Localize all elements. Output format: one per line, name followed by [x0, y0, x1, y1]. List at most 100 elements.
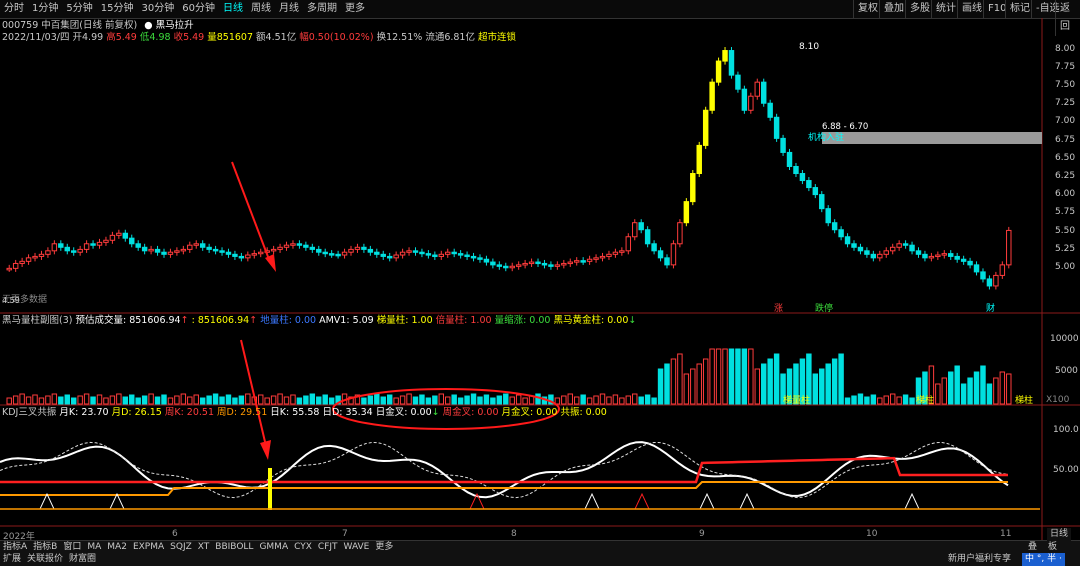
- candlestick-chart[interactable]: 8.10 6.88 - 6.70 机构入驻 无更多数据 4.59 涨 跌停 财: [0, 0, 1080, 566]
- volume-bar: [70, 397, 77, 405]
- candle-body: [477, 257, 483, 260]
- indicator-name: 黑马拉升: [155, 20, 194, 31]
- volume-bar: [361, 397, 367, 405]
- volume-panel-title[interactable]: 黑马量柱副图(3): [2, 315, 72, 326]
- volume-bar: [25, 396, 32, 405]
- volume-bar: [677, 353, 683, 405]
- volume-bar: [283, 396, 290, 405]
- candle-body: [651, 243, 657, 252]
- kdj-panel-title[interactable]: KDJ三叉共振: [2, 407, 56, 418]
- candle-body: [928, 255, 935, 259]
- volume-bar: [948, 371, 954, 405]
- back-button[interactable]: 返回: [1055, 0, 1080, 36]
- no-more-data-watermark: 无更多数据: [2, 293, 47, 305]
- kdj-month-cross: 月金叉: 0.00: [501, 407, 558, 418]
- volume-bar: [657, 368, 664, 405]
- period-tab-15min[interactable]: 15分钟: [97, 0, 138, 18]
- y-tick-label: 5.25: [1055, 244, 1076, 254]
- statistics-button[interactable]: 统计: [931, 0, 960, 18]
- candle-body: [51, 243, 58, 252]
- related-quote-button[interactable]: 关联报价: [24, 553, 66, 566]
- candle-body: [548, 264, 554, 267]
- volume-bar: [322, 394, 328, 405]
- candle-body: [793, 165, 799, 175]
- ladder-volume-bar: 梯量柱: 1.00: [376, 315, 433, 326]
- ime-indicator[interactable]: 中 °, 半 ·: [1022, 553, 1065, 566]
- overlay-button[interactable]: 叠加: [879, 0, 908, 18]
- volume-bar: [599, 393, 606, 405]
- institution-zone-label: 机构入驻: [808, 131, 844, 143]
- limit-down-tag: 跌停: [815, 302, 833, 314]
- candle-body: [883, 250, 889, 255]
- volume-bar: [154, 396, 161, 405]
- candle-body: [1006, 229, 1012, 266]
- period-tab-fenshi[interactable]: 分时: [0, 0, 28, 18]
- candle-body: [993, 274, 999, 287]
- new-user-benefit-link[interactable]: 新用户福利专享: [945, 553, 1014, 566]
- quote-turnover: 换12.51%: [376, 32, 423, 43]
- period-tab-1min[interactable]: 1分钟: [28, 0, 62, 18]
- period-tab-multi[interactable]: 多周期: [303, 0, 341, 18]
- candle-body: [677, 222, 683, 245]
- volume-bar: [199, 397, 206, 405]
- cross-signal-triangle: [904, 492, 920, 510]
- candle-body: [670, 243, 677, 266]
- cross-signal-triangle: [39, 492, 55, 510]
- candle-body: [941, 253, 948, 256]
- mark-button[interactable]: 标记: [1005, 0, 1034, 18]
- candle-body: [316, 248, 322, 253]
- volume-bar: [83, 393, 90, 405]
- extend-button[interactable]: 扩展: [0, 553, 24, 566]
- period-tab-30min[interactable]: 30分钟: [137, 0, 178, 18]
- period-tab-daily[interactable]: 日线: [219, 0, 247, 18]
- volume-bar: [554, 397, 561, 405]
- y-tick-label: 7.50: [1055, 80, 1076, 90]
- period-tab-5min[interactable]: 5分钟: [62, 0, 96, 18]
- candle-body: [374, 251, 380, 255]
- candle-body: [973, 264, 980, 273]
- candle-body: [277, 246, 283, 250]
- volume-bar: [761, 363, 767, 405]
- candle-body: [761, 81, 767, 104]
- quote-sector-tag[interactable]: 超市连锁: [478, 32, 516, 43]
- candle-body: [167, 251, 174, 255]
- volume-bar: [225, 394, 232, 405]
- period-tab-60min[interactable]: 60分钟: [178, 0, 219, 18]
- kdj-week-k: 周K: 20.51: [164, 407, 214, 418]
- volume-bar: [696, 363, 702, 405]
- wealth-circle-button[interactable]: 财富圈: [66, 553, 99, 566]
- period-tab-more[interactable]: 更多: [341, 0, 369, 18]
- kdj-week-cross: 周金叉: 0.00: [442, 407, 499, 418]
- restore-right-button[interactable]: 复权: [853, 0, 882, 18]
- y-tick-label: 5.50: [1055, 226, 1076, 236]
- volume-bar: [509, 396, 515, 405]
- volume-bar: [51, 393, 58, 405]
- volume-bar: [277, 393, 283, 405]
- volume-bar: [109, 395, 116, 405]
- volume-bar: [380, 396, 386, 405]
- volume-bar: [232, 397, 238, 405]
- cross-signal-triangle: [739, 492, 755, 510]
- quote-change: 幅0.50(10.02%): [299, 32, 374, 43]
- candle-body: [12, 262, 19, 269]
- forecast-volume: 预估成交量: 851606.94: [75, 315, 181, 326]
- candle-body: [135, 243, 141, 248]
- volume-bar: [503, 393, 509, 405]
- volume-bar: [141, 395, 148, 405]
- candle-body: [561, 262, 567, 266]
- volume-bar: [6, 397, 12, 405]
- period-tab-monthly[interactable]: 月线: [275, 0, 303, 18]
- daily-tab[interactable]: 日线: [1047, 528, 1072, 541]
- candle-body: [335, 253, 341, 257]
- candle-body: [328, 253, 335, 256]
- volume-bar: [406, 393, 412, 405]
- candle-body: [515, 264, 522, 267]
- volume-bar: [419, 394, 425, 405]
- draw-line-button[interactable]: 画线: [957, 0, 986, 18]
- period-tab-weekly[interactable]: 周线: [247, 0, 275, 18]
- multi-stock-button[interactable]: 多股: [905, 0, 934, 18]
- candle-body: [612, 251, 619, 255]
- candle-body: [490, 261, 496, 266]
- volume-bar: [612, 394, 619, 405]
- candle-body: [541, 262, 548, 266]
